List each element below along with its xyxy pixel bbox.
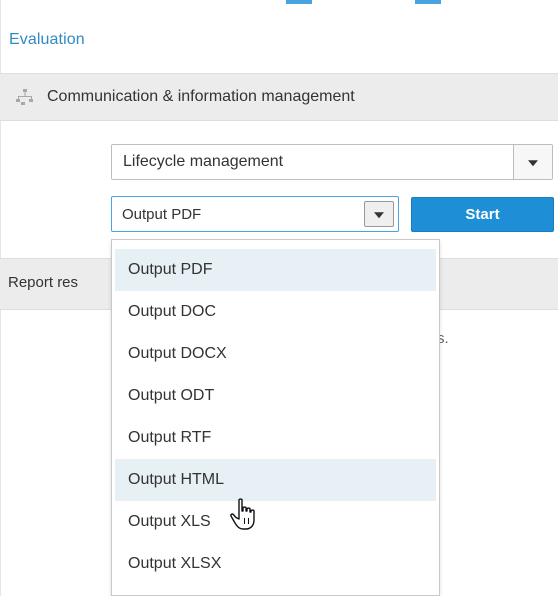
evaluation-title[interactable]: Evaluation <box>9 31 85 49</box>
lifecycle-select-value: Lifecycle management <box>123 153 284 170</box>
output-format-value: Output PDF <box>122 206 202 223</box>
dropdown-option-html[interactable]: Output HTML <box>115 459 436 501</box>
lifecycle-select[interactable]: Lifecycle management <box>111 144 553 180</box>
option-label: Output XLSX <box>128 555 222 572</box>
chevron-down-icon <box>374 212 384 219</box>
section-title: Communication & information management <box>47 88 355 105</box>
start-button[interactable]: Start <box>411 197 554 232</box>
dropdown-option-doc[interactable]: Output DOC <box>115 291 436 333</box>
dropdown-option-rtf[interactable]: Output RTF <box>115 417 436 459</box>
dropdown-option-xlsx[interactable]: Output XLSX <box>115 543 436 585</box>
report-results-label: Report res <box>8 274 79 291</box>
output-format-toggle[interactable] <box>364 201 394 227</box>
tab-indicator-1 <box>286 0 312 4</box>
option-label: Output XLS <box>128 513 211 530</box>
section-header[interactable]: Communication & information management <box>0 73 558 121</box>
dropdown-option-xls[interactable]: Output XLS <box>115 501 436 543</box>
option-label: Output DOCX <box>128 345 227 362</box>
hierarchy-icon <box>16 89 33 105</box>
dropdown-option-odt[interactable]: Output ODT <box>115 375 436 417</box>
tab-indicator-2 <box>415 0 441 4</box>
option-label: Output DOC <box>128 303 217 320</box>
lifecycle-select-toggle[interactable] <box>513 145 552 179</box>
page: Evaluation Communication & information m… <box>0 0 558 596</box>
top-tab-indicators <box>0 0 558 6</box>
option-label: Output PDF <box>128 261 213 278</box>
chevron-down-icon <box>528 160 538 167</box>
option-label: Output HTML <box>128 471 225 488</box>
output-format-dropdown: Output PDF Output DOC Output DOCX Output… <box>111 239 440 596</box>
dropdown-option-docx[interactable]: Output DOCX <box>115 333 436 375</box>
output-format-select[interactable]: Output PDF <box>111 196 399 232</box>
dropdown-option-pdf[interactable]: Output PDF <box>115 249 436 291</box>
option-label: Output RTF <box>128 429 212 446</box>
option-label: Output ODT <box>128 387 215 404</box>
